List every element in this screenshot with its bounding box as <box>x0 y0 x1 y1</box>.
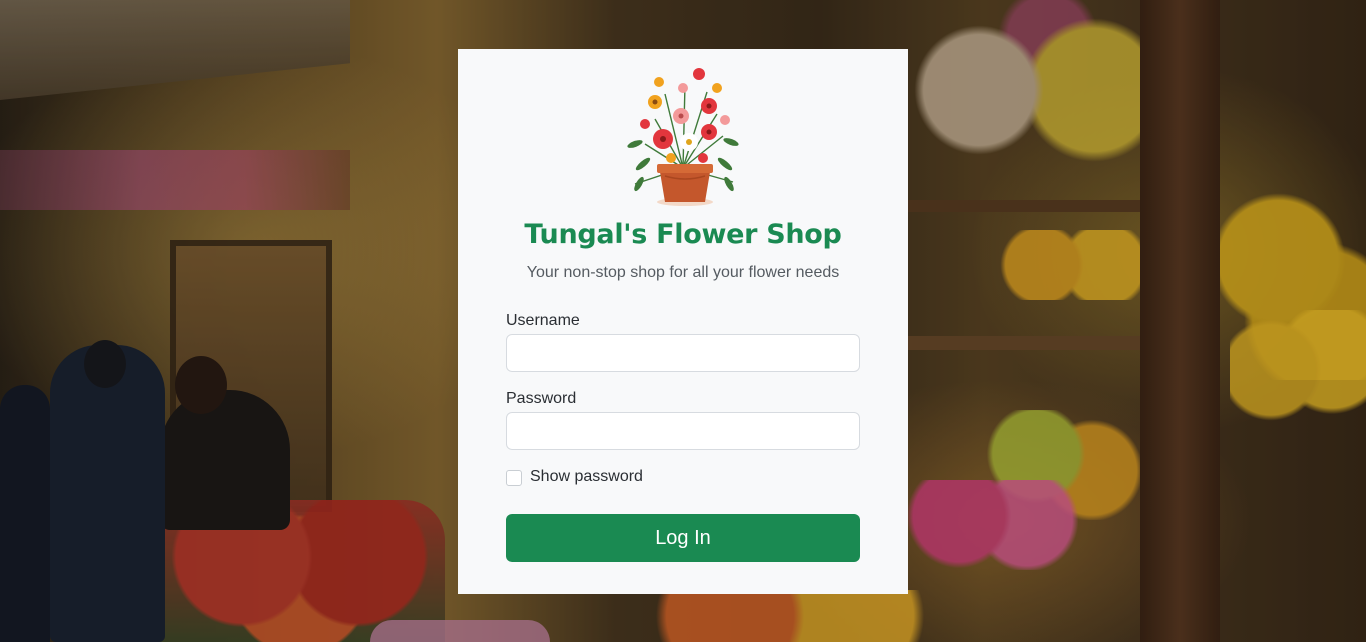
shop-title: Tungal's Flower Shop <box>524 219 842 250</box>
shop-tagline: Your non-stop shop for all your flower n… <box>526 264 840 281</box>
login-button[interactable]: Log In <box>506 514 860 562</box>
username-input[interactable] <box>506 334 860 372</box>
username-label: Username <box>506 312 580 329</box>
flower-pot-icon <box>627 68 739 206</box>
show-password-label[interactable]: Show password <box>530 468 643 486</box>
password-input[interactable] <box>506 412 860 450</box>
password-label: Password <box>506 390 577 407</box>
show-password-checkbox[interactable] <box>506 470 522 486</box>
